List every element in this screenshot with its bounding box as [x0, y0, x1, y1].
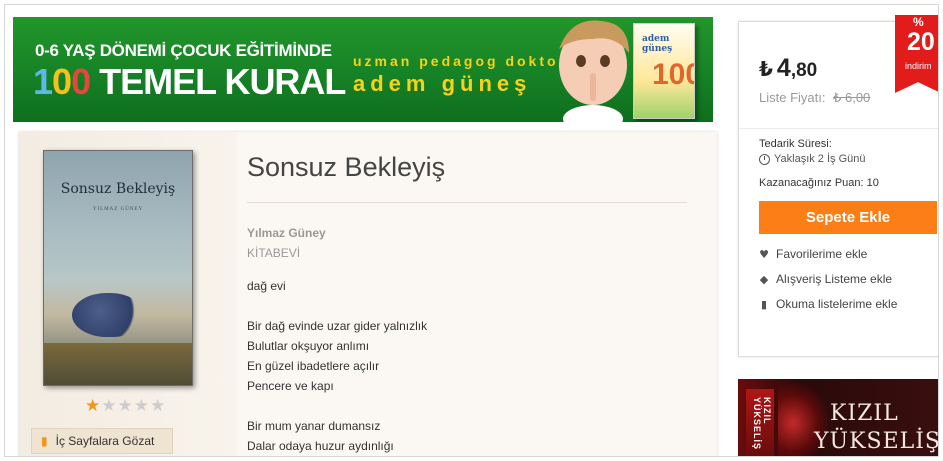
title-divider	[247, 202, 687, 203]
banner-book-author: adem güneş	[642, 34, 673, 54]
browse-pages-button[interactable]: ▮ İç Sayfalara Gözat	[31, 428, 173, 454]
banner-line2: 100 TEMEL KURAL	[33, 61, 346, 103]
ad-spine-text: KIZIL YÜKSELİŞ	[752, 397, 772, 451]
publisher-link[interactable]: KİTABEVİ	[247, 246, 300, 260]
list-price-row: Liste Fiyatı: ₺ 6,00	[759, 90, 870, 106]
description-line: Bir dağ evinde uzar gider yalnızlık	[247, 319, 428, 333]
star-1-icon[interactable]: ★	[85, 398, 100, 415]
page-frame: 0-6 YAŞ DÖNEMİ ÇOCUK EĞİTİMİNDE 100 TEME…	[4, 4, 939, 457]
discount-badge: % 20 indirim	[895, 15, 938, 93]
side-ad-banner[interactable]: KIZIL YÜKSELİŞ KIZIL YÜKSELİŞ	[738, 379, 939, 456]
star-2-icon[interactable]: ★	[101, 398, 116, 415]
banner-line1: 0-6 YAŞ DÖNEMİ ÇOCUK EĞİTİMİNDE	[35, 41, 332, 60]
banner-digit-1: 1	[33, 61, 53, 102]
description-line: dağ evi	[247, 279, 286, 293]
banner-digit-3: 0	[71, 61, 91, 102]
ad-title-line2: YÜKSELİŞ	[814, 429, 939, 454]
book-icon: ▮	[760, 297, 768, 311]
star-3-icon[interactable]: ★	[118, 398, 133, 415]
description-line: Pencere ve kapı	[247, 379, 334, 393]
rating-stars[interactable]: ★ ★ ★ ★ ★	[85, 398, 165, 415]
add-to-shopping-list-label: Alışveriş Listeme ekle	[776, 272, 893, 286]
browse-pages-label: İç Sayfalara Gözat	[55, 434, 155, 448]
add-to-favorites-link[interactable]: ♥ Favorilerime ekle	[759, 247, 867, 261]
description-line: Bir mum yanar dumansız	[247, 419, 381, 433]
list-price-value: ₺ 6,00	[833, 90, 871, 105]
price-divider	[739, 128, 938, 129]
add-to-reading-list-label: Okuma listelerime ekle	[776, 297, 898, 311]
price-decimal: ,80	[790, 60, 818, 81]
ad-title-line1: KIZIL	[830, 401, 899, 426]
star-5-icon[interactable]: ★	[150, 398, 165, 415]
description-line: En güzel ibadetlere açılır	[247, 359, 380, 373]
list-price-label: Liste Fiyatı:	[759, 90, 826, 105]
add-to-favorites-label: Favorilerime ekle	[776, 247, 868, 261]
product-card: Sonsuz Bekleyiş YILMAZ GÜNEY ★ ★ ★ ★ ★ ▮…	[19, 132, 717, 456]
delivery-time: Yaklaşık 2 İş Günü	[759, 153, 866, 165]
description-line	[247, 396, 427, 416]
price-integer: 4	[776, 54, 791, 82]
add-to-reading-list-link[interactable]: ▮ Okuma listelerime ekle	[759, 297, 897, 311]
discount-percent-sign: %	[913, 15, 924, 29]
star-4-icon[interactable]: ★	[134, 398, 149, 415]
banner-author-name: adem güneş	[353, 71, 532, 96]
promo-banner[interactable]: 0-6 YAŞ DÖNEMİ ÇOCUK EĞİTİMİNDE 100 TEME…	[13, 17, 713, 122]
product-title: Sonsuz Bekleyiş	[247, 152, 446, 182]
banner-subtitle: uzman pedagog doktor	[353, 53, 567, 69]
product-description: dağ evi Bir dağ evinde uzar gider yalnız…	[247, 276, 427, 456]
description-line	[247, 296, 427, 316]
cover-title: Sonsuz Bekleyiş	[60, 181, 176, 197]
discount-text: indirim	[905, 61, 932, 71]
tag-icon: ◆	[759, 272, 769, 286]
heart-icon: ♥	[759, 247, 769, 261]
reward-points: Kazanacağınız Puan: 10	[759, 177, 879, 189]
description-line: Dalar odaya huzur aydınlığı	[247, 439, 394, 453]
book-icon: ▮	[41, 434, 48, 448]
banner-digit-2: 0	[52, 61, 72, 102]
banner-headline-text: TEMEL KURAL	[90, 61, 346, 102]
currency-symbol: ₺	[759, 57, 773, 81]
add-to-cart-button[interactable]: Sepete Ekle	[759, 201, 937, 234]
product-image-column: Sonsuz Bekleyiş YILMAZ GÜNEY ★ ★ ★ ★ ★ ▮…	[19, 132, 237, 456]
delivery-value: Yaklaşık 2 İş Günü	[774, 153, 866, 165]
cover-ground-art	[44, 343, 192, 385]
banner-book-number: 100	[652, 58, 694, 91]
add-to-shopping-list-link[interactable]: ◆ Alışveriş Listeme ekle	[759, 272, 892, 286]
cover-tree-art	[72, 293, 142, 337]
cover-author: YILMAZ GÜNEY	[92, 207, 144, 212]
banner-child-image	[559, 20, 629, 122]
description-line: Bulutlar okşuyor anlımı	[247, 339, 370, 353]
discount-value: 20	[907, 28, 935, 56]
sale-price: ₺ 4,80	[759, 54, 817, 83]
clock-icon	[759, 153, 770, 165]
author-link[interactable]: Yılmaz Güney	[247, 226, 326, 240]
ad-book-spine: KIZIL YÜKSELİŞ	[746, 389, 774, 456]
book-cover-image[interactable]: Sonsuz Bekleyiş YILMAZ GÜNEY	[43, 150, 193, 386]
delivery-label: Tedarik Süresi:	[759, 138, 832, 150]
banner-book-image: adem güneş 100	[633, 23, 695, 119]
